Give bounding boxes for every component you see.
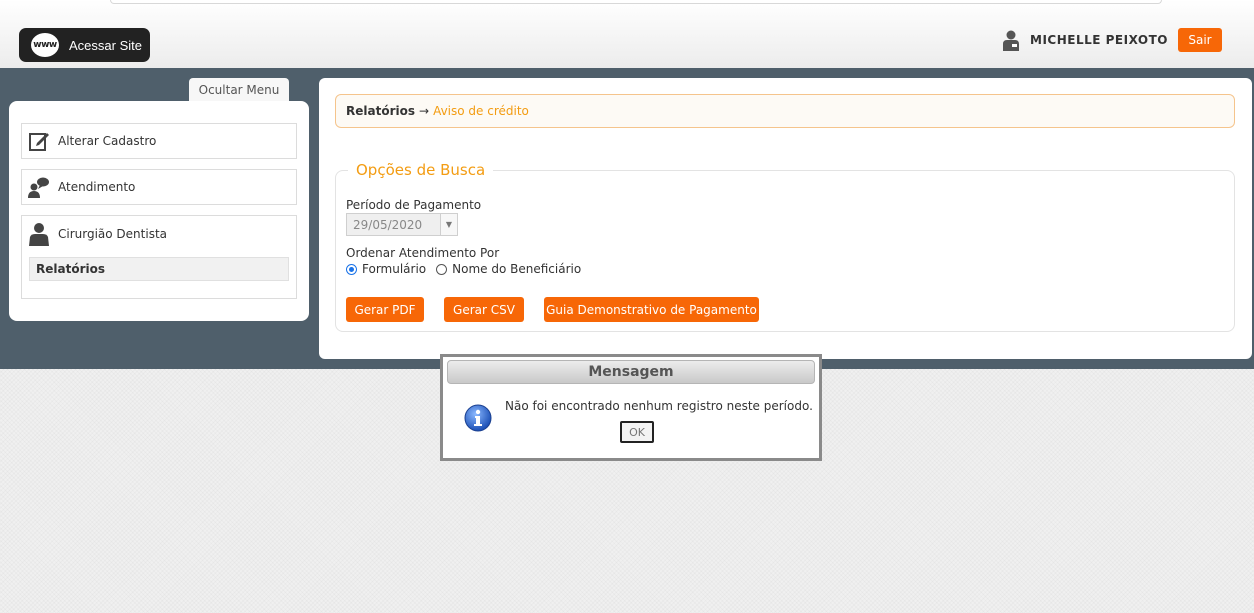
main-panel: Relatórios → Aviso de crédito Opções de … xyxy=(319,78,1252,359)
sidebar-item-cirurgiao-dentista[interactable]: Cirurgião Dentista xyxy=(22,216,296,252)
user-area: MICHELLE PEIXOTO Sair xyxy=(1002,28,1222,52)
top-header: www Acessar Site MICHELLE PEIXOTO Sair xyxy=(0,0,1254,68)
breadcrumb-root[interactable]: Relatórios xyxy=(346,104,415,118)
search-options-fieldset: Opções de Busca Período de Pagamento 29/… xyxy=(335,161,1235,332)
payment-period-select[interactable]: 29/05/2020 ▼ xyxy=(346,213,458,236)
sidebar: Alterar Cadastro Atendimento Cirurgião D… xyxy=(9,101,309,321)
user-icon xyxy=(1003,30,1019,51)
generate-csv-button[interactable]: Gerar CSV xyxy=(444,297,524,322)
www-globe-icon: www xyxy=(31,33,59,57)
sidebar-item-atendimento[interactable]: Atendimento xyxy=(21,169,297,205)
dialog-message: Não foi encontrado nenhum registro neste… xyxy=(505,399,813,413)
browser-strip xyxy=(110,0,1162,4)
sidebar-subitem-relatorios[interactable]: Relatórios xyxy=(29,257,289,281)
ok-button[interactable]: OK xyxy=(620,421,654,443)
order-radio-group: Formulário Nome do Beneficiário xyxy=(346,262,591,276)
sidebar-group-cirurgiao-dentista: Cirurgião Dentista Relatórios xyxy=(21,215,297,299)
hide-menu-button[interactable]: Ocultar Menu xyxy=(189,78,289,101)
sidebar-item-label: Alterar Cadastro xyxy=(58,134,157,148)
info-icon xyxy=(464,404,492,432)
generate-pdf-button[interactable]: Gerar PDF xyxy=(346,297,424,322)
sidebar-item-label: Cirurgião Dentista xyxy=(58,227,168,241)
dialog-title[interactable]: Mensagem xyxy=(447,360,815,384)
radio-formulario[interactable] xyxy=(346,263,357,275)
radio-nome-beneficiario-label[interactable]: Nome do Beneficiário xyxy=(452,262,581,276)
radio-formulario-label[interactable]: Formulário xyxy=(362,262,426,276)
breadcrumb-separator: → xyxy=(419,104,430,118)
payment-period-value: 29/05/2020 xyxy=(353,217,423,232)
logout-button[interactable]: Sair xyxy=(1178,28,1222,52)
access-site-label: Acessar Site xyxy=(69,37,142,53)
sidebar-item-label: Atendimento xyxy=(58,180,136,194)
edit-icon xyxy=(28,130,50,152)
user-name: MICHELLE PEIXOTO xyxy=(1030,33,1168,47)
sidebar-item-alterar-cadastro[interactable]: Alterar Cadastro xyxy=(21,123,297,159)
user-icon xyxy=(28,223,50,246)
message-dialog: Mensagem Não foi encontrado nenhum regis… xyxy=(440,354,822,461)
payment-guide-button[interactable]: Guia Demonstrativo de Pagamento xyxy=(544,297,759,322)
breadcrumb: Relatórios → Aviso de crédito xyxy=(335,94,1235,128)
chevron-down-icon[interactable]: ▼ xyxy=(440,214,457,235)
chat-user-icon xyxy=(28,176,50,198)
period-label: Período de Pagamento xyxy=(346,198,482,212)
radio-nome-beneficiario[interactable] xyxy=(436,263,448,275)
search-options-legend: Opções de Busca xyxy=(348,161,494,179)
access-site-button[interactable]: www Acessar Site xyxy=(19,28,150,62)
order-label: Ordenar Atendimento Por xyxy=(346,246,500,260)
breadcrumb-current[interactable]: Aviso de crédito xyxy=(433,104,529,118)
